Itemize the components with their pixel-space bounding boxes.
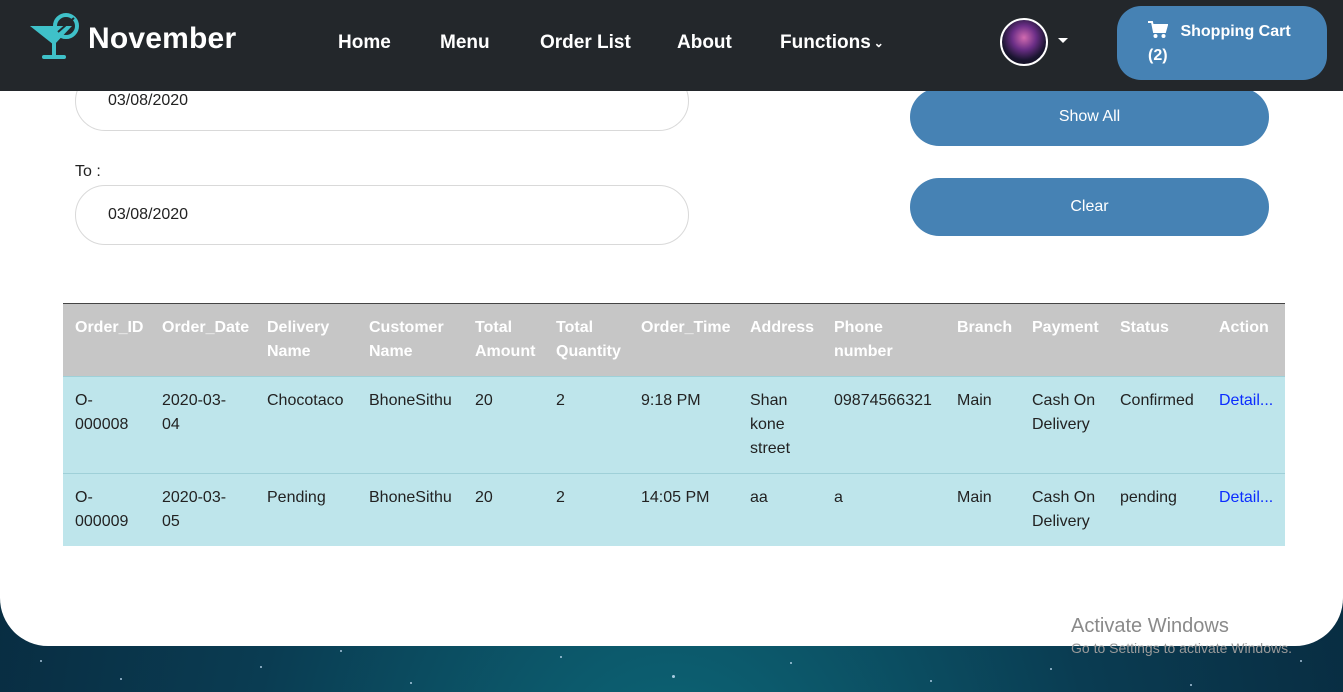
header-branch: Branch	[945, 303, 1020, 377]
chevron-down-icon: ⌄	[873, 36, 884, 50]
cell-total-quantity: 2	[544, 376, 629, 474]
cell-customer-name: BhoneSithu	[357, 473, 463, 546]
avatar[interactable]	[1000, 18, 1048, 66]
header-delivery-name: Delivery Name	[255, 303, 357, 377]
table-header-row: Order_ID Order_Date Delivery Name Custom…	[63, 303, 1285, 377]
cell-customer-name: BhoneSithu	[357, 376, 463, 474]
header-status: Status	[1108, 303, 1207, 377]
cell-address: Shan kone street	[738, 376, 822, 474]
show-all-button[interactable]: Show All	[910, 88, 1269, 146]
content-card: 03/08/2020 To : 03/08/2020 Show All Clea…	[0, 0, 1343, 646]
cocktail-glass-icon	[28, 12, 82, 67]
brand-name: November	[88, 22, 237, 55]
cell-order-time: 9:18 PM	[629, 376, 738, 474]
cell-phone-number: 09874566321	[822, 376, 945, 474]
header-total-quantity: Total Quantity	[544, 303, 629, 377]
detail-link[interactable]: Detail...	[1219, 392, 1273, 409]
header-customer-name: Customer Name	[357, 303, 463, 377]
shopping-cart-icon	[1148, 21, 1180, 40]
cell-status: Confirmed	[1108, 376, 1207, 474]
nav-about[interactable]: About	[677, 31, 732, 55]
header-order-time: Order_Time	[629, 303, 738, 377]
nav-functions[interactable]: Functions ⌄	[780, 31, 884, 55]
header-order-id: Order_ID	[63, 303, 150, 377]
cell-total-amount: 20	[463, 376, 544, 474]
from-date-value: 03/08/2020	[108, 92, 189, 109]
cell-delivery-name: Chocotaco	[255, 376, 357, 474]
cell-order-id: O-000008	[63, 376, 150, 474]
cell-order-id: O-000009	[63, 473, 150, 546]
header-phone-number: Phone number	[822, 303, 945, 377]
to-date-input[interactable]: 03/08/2020	[75, 185, 689, 245]
detail-link[interactable]: Detail...	[1219, 489, 1273, 506]
orders-table: Order_ID Order_Date Delivery Name Custom…	[63, 303, 1285, 546]
cell-phone-number: a	[822, 473, 945, 546]
cell-address: aa	[738, 473, 822, 546]
cell-order-date: 2020-03-04	[150, 376, 255, 474]
nav-order-list[interactable]: Order List	[540, 31, 631, 55]
clear-button[interactable]: Clear	[910, 178, 1269, 236]
to-label: To :	[75, 163, 101, 180]
activate-windows-watermark: Activate Windows Go to Settings to activ…	[1071, 614, 1292, 658]
cell-status: pending	[1108, 473, 1207, 546]
shopping-cart-button[interactable]: Shopping Cart (2)	[1117, 6, 1327, 80]
header-address: Address	[738, 303, 822, 377]
nav-home[interactable]: Home	[338, 31, 391, 55]
cell-branch: Main	[945, 376, 1020, 474]
cell-order-date: 2020-03-05	[150, 473, 255, 546]
cell-action: Detail...	[1207, 473, 1285, 546]
nav-functions-label: Functions	[780, 32, 871, 54]
header-order-date: Order_Date	[150, 303, 255, 377]
table-row: O-000008 2020-03-04 Chocotaco BhoneSithu…	[63, 376, 1285, 474]
header-payment: Payment	[1020, 303, 1108, 377]
cell-payment: Cash On Delivery	[1020, 473, 1108, 546]
cell-branch: Main	[945, 473, 1020, 546]
cell-total-amount: 20	[463, 473, 544, 546]
cell-order-time: 14:05 PM	[629, 473, 738, 546]
top-navbar: November Home Menu Order List About Func…	[0, 0, 1343, 91]
watermark-title: Activate Windows	[1071, 615, 1229, 637]
cell-delivery-name: Pending	[255, 473, 357, 546]
cell-action: Detail...	[1207, 376, 1285, 474]
cart-count: (2)	[1148, 47, 1168, 64]
nav-menu[interactable]: Menu	[440, 31, 490, 55]
header-total-amount: Total Amount	[463, 303, 544, 377]
cell-total-quantity: 2	[544, 473, 629, 546]
cell-payment: Cash On Delivery	[1020, 376, 1108, 474]
table-row: O-000009 2020-03-05 Pending BhoneSithu 2…	[63, 473, 1285, 546]
watermark-subtitle: Go to Settings to activate Windows.	[1071, 640, 1292, 656]
cart-label: Shopping Cart	[1180, 23, 1291, 40]
header-action: Action	[1207, 303, 1285, 377]
dropdown-caret-icon[interactable]	[1058, 38, 1068, 43]
to-date-value: 03/08/2020	[108, 206, 189, 223]
brand[interactable]: November	[28, 12, 237, 67]
